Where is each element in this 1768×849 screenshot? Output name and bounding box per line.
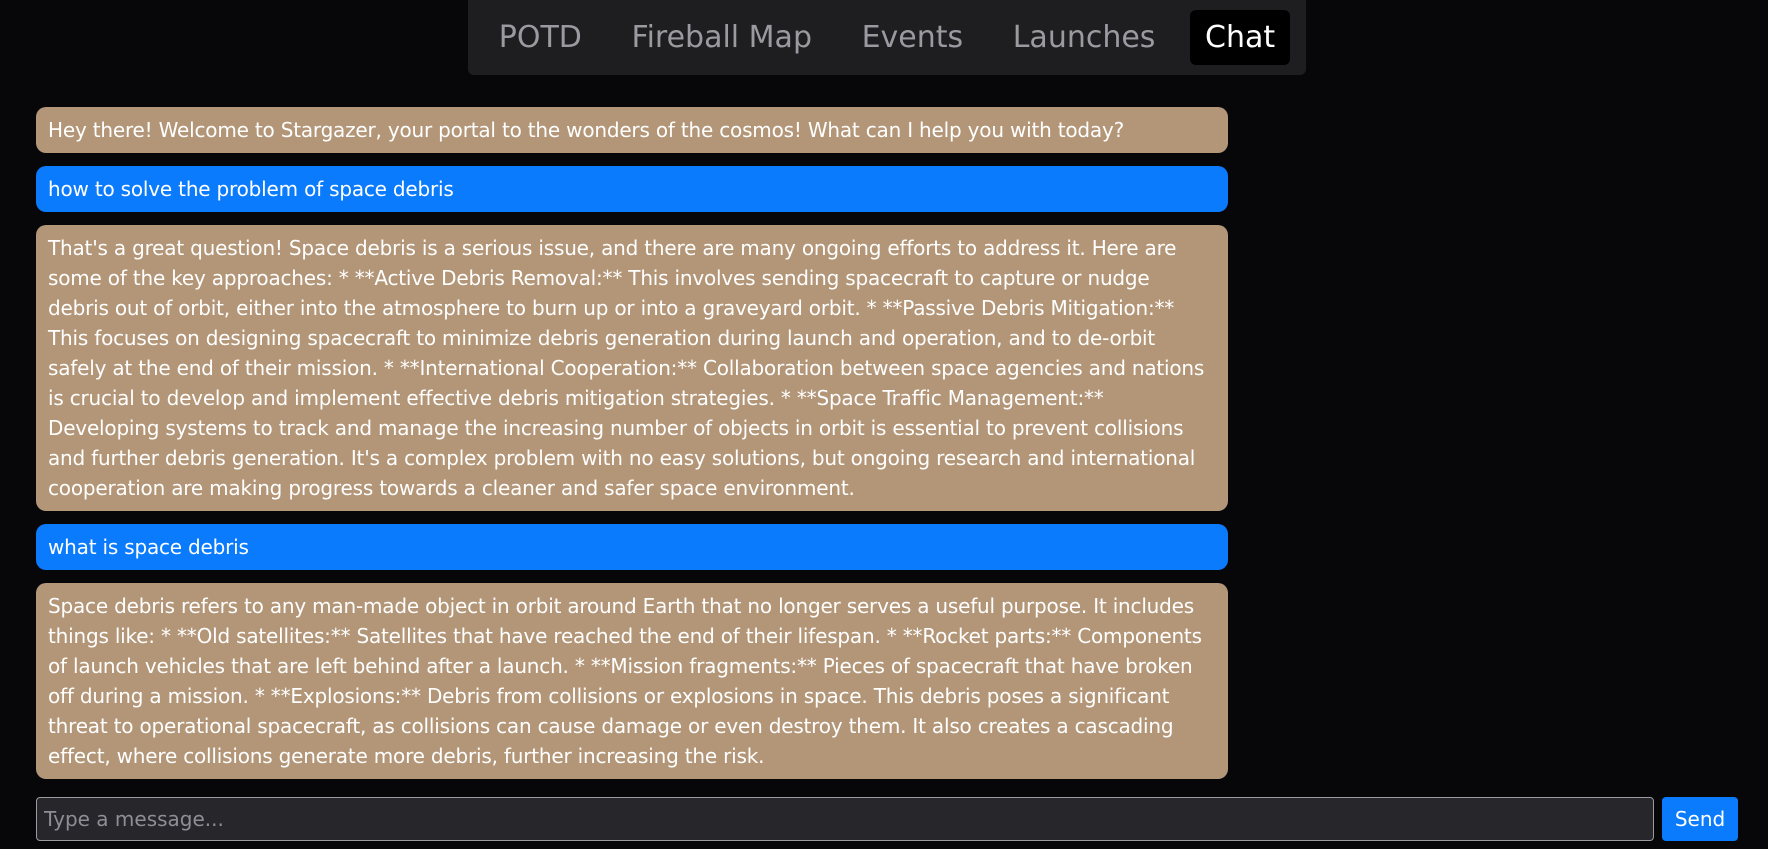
tab-launches[interactable]: Launches	[998, 10, 1171, 65]
chat-message-user: what is space debris	[36, 524, 1228, 570]
tab-chat[interactable]: Chat	[1190, 10, 1291, 65]
chat-message-bot: Space debris refers to any man-made obje…	[36, 583, 1228, 779]
tab-fireball-map[interactable]: Fireball Map	[617, 10, 827, 65]
chat-message-bot: Hey there! Welcome to Stargazer, your po…	[36, 107, 1228, 153]
tab-events[interactable]: Events	[847, 10, 979, 65]
tab-potd[interactable]: POTD	[484, 10, 597, 65]
message-composer: Send	[36, 797, 1738, 841]
app-page: POTD Fireball Map Events Launches Chat H…	[0, 0, 1768, 849]
chat-log: Hey there! Welcome to Stargazer, your po…	[36, 107, 1228, 779]
chat-message-bot: That's a great question! Space debris is…	[36, 225, 1228, 511]
message-input[interactable]	[36, 797, 1654, 841]
chat-message-user: how to solve the problem of space debris	[36, 166, 1228, 212]
send-button[interactable]: Send	[1662, 797, 1738, 841]
top-nav: POTD Fireball Map Events Launches Chat	[468, 0, 1306, 75]
